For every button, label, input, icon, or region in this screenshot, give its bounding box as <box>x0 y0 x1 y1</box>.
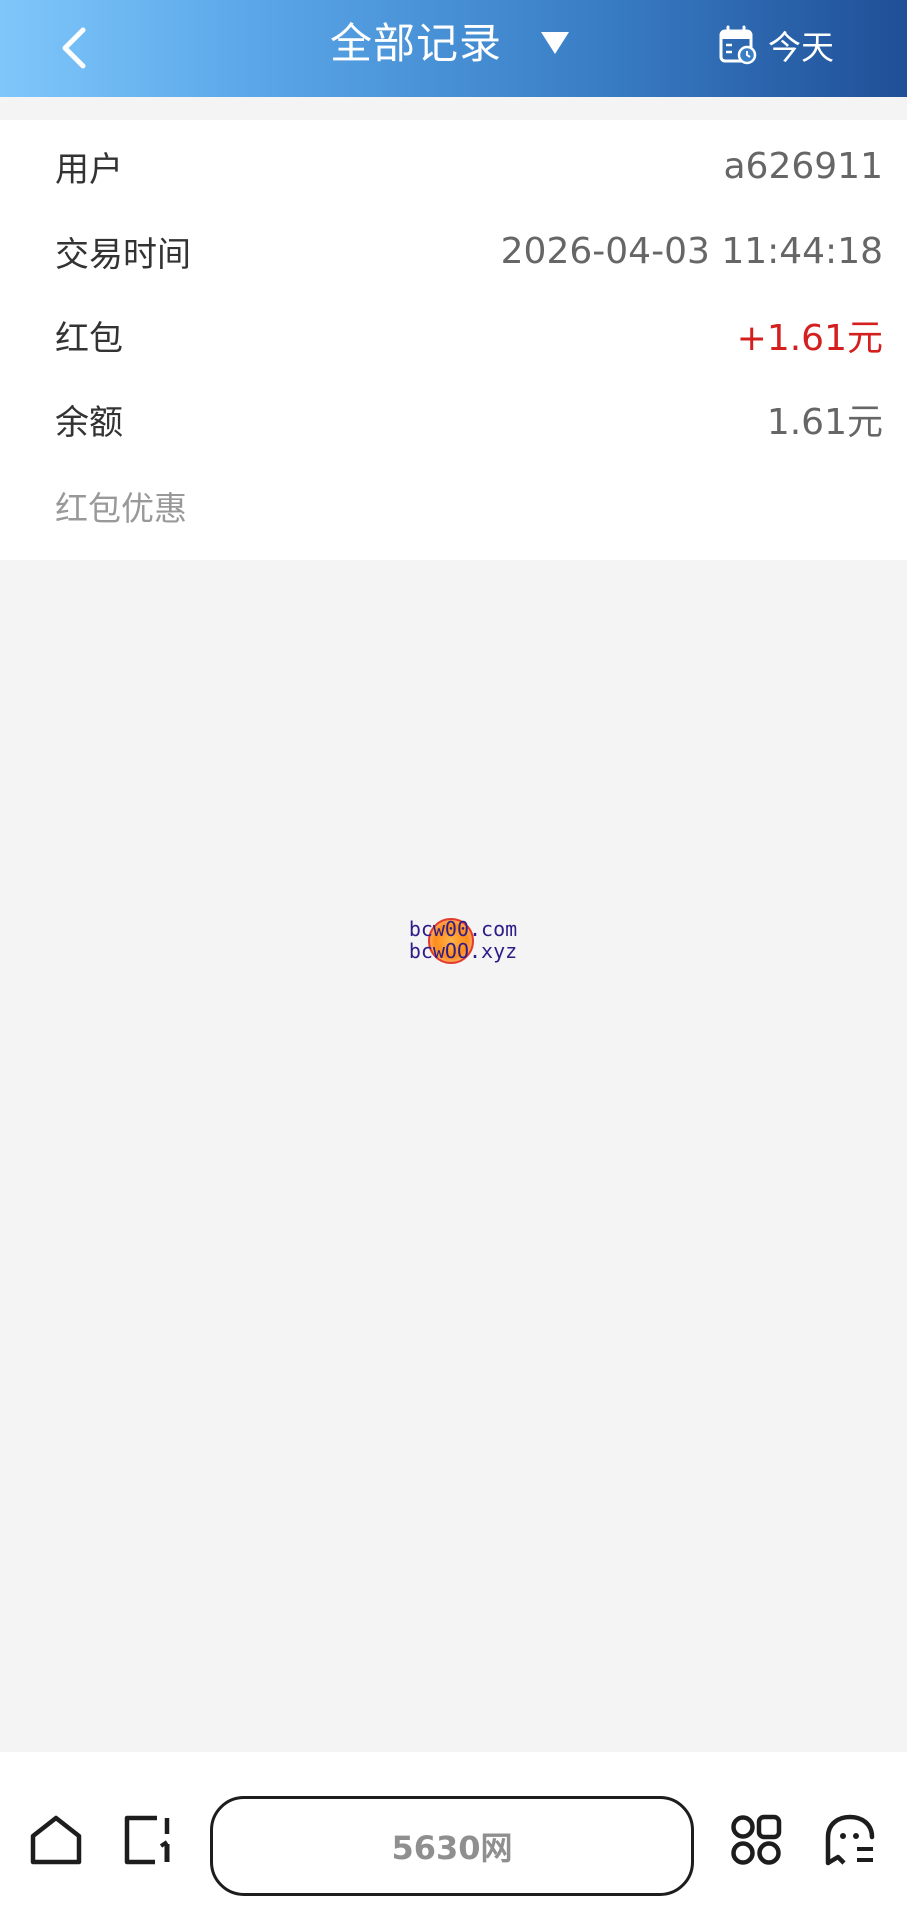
watermark-line-2: bcwOO.xyz <box>408 939 518 963</box>
detail-value: 2026-04-03 11:44:18 <box>500 230 883 272</box>
record-filter-dropdown[interactable]: 全部记录 <box>330 0 570 80</box>
tab-switcher-icon <box>124 1815 170 1865</box>
detail-label: 用户 <box>55 149 123 190</box>
page-title: 全部记录 <box>330 18 503 68</box>
transaction-note: 红包优惠 <box>55 489 187 528</box>
apps-button[interactable] <box>726 1810 786 1870</box>
watermark: bcw00.com bcwOO.xyz <box>398 918 528 970</box>
ghost-icon <box>825 1814 875 1866</box>
top-header: 全部记录 今天 <box>0 0 907 97</box>
detail-row-time: 交易时间 2026-04-03 11:44:18 <box>55 221 883 281</box>
detail-label: 交易时间 <box>55 234 191 275</box>
detail-label: 余额 <box>55 402 123 443</box>
apps-grid-icon <box>731 1814 782 1865</box>
detail-row-redpacket: 红包 +1.61元 <box>55 305 883 365</box>
watermark-line-1: bcw00.com <box>408 917 518 941</box>
today-label: 今天 <box>768 28 834 67</box>
tab-switcher-button[interactable] <box>118 1810 178 1870</box>
profile-button[interactable] <box>820 1810 880 1870</box>
address-label: 5630网 <box>391 1829 513 1867</box>
detail-label: 红包 <box>55 318 123 359</box>
home-button[interactable] <box>26 1810 86 1870</box>
bottom-navigation-bar: 5630网 <box>0 1752 907 1920</box>
detail-value: a626911 <box>723 145 884 187</box>
detail-value-amount: +1.61元 <box>736 318 883 359</box>
detail-value: 1.61元 <box>766 402 883 443</box>
address-bar[interactable]: 5630网 <box>210 1796 694 1896</box>
home-icon <box>30 1815 82 1865</box>
today-date-button[interactable]: 今天 <box>718 20 834 70</box>
chevron-left-icon <box>62 27 86 69</box>
calendar-clock-icon <box>719 25 757 65</box>
detail-row-user: 用户 a626911 <box>55 136 883 196</box>
detail-row-balance: 余额 1.61元 <box>55 389 883 449</box>
back-button[interactable] <box>44 18 104 78</box>
caret-down-icon <box>541 32 570 54</box>
